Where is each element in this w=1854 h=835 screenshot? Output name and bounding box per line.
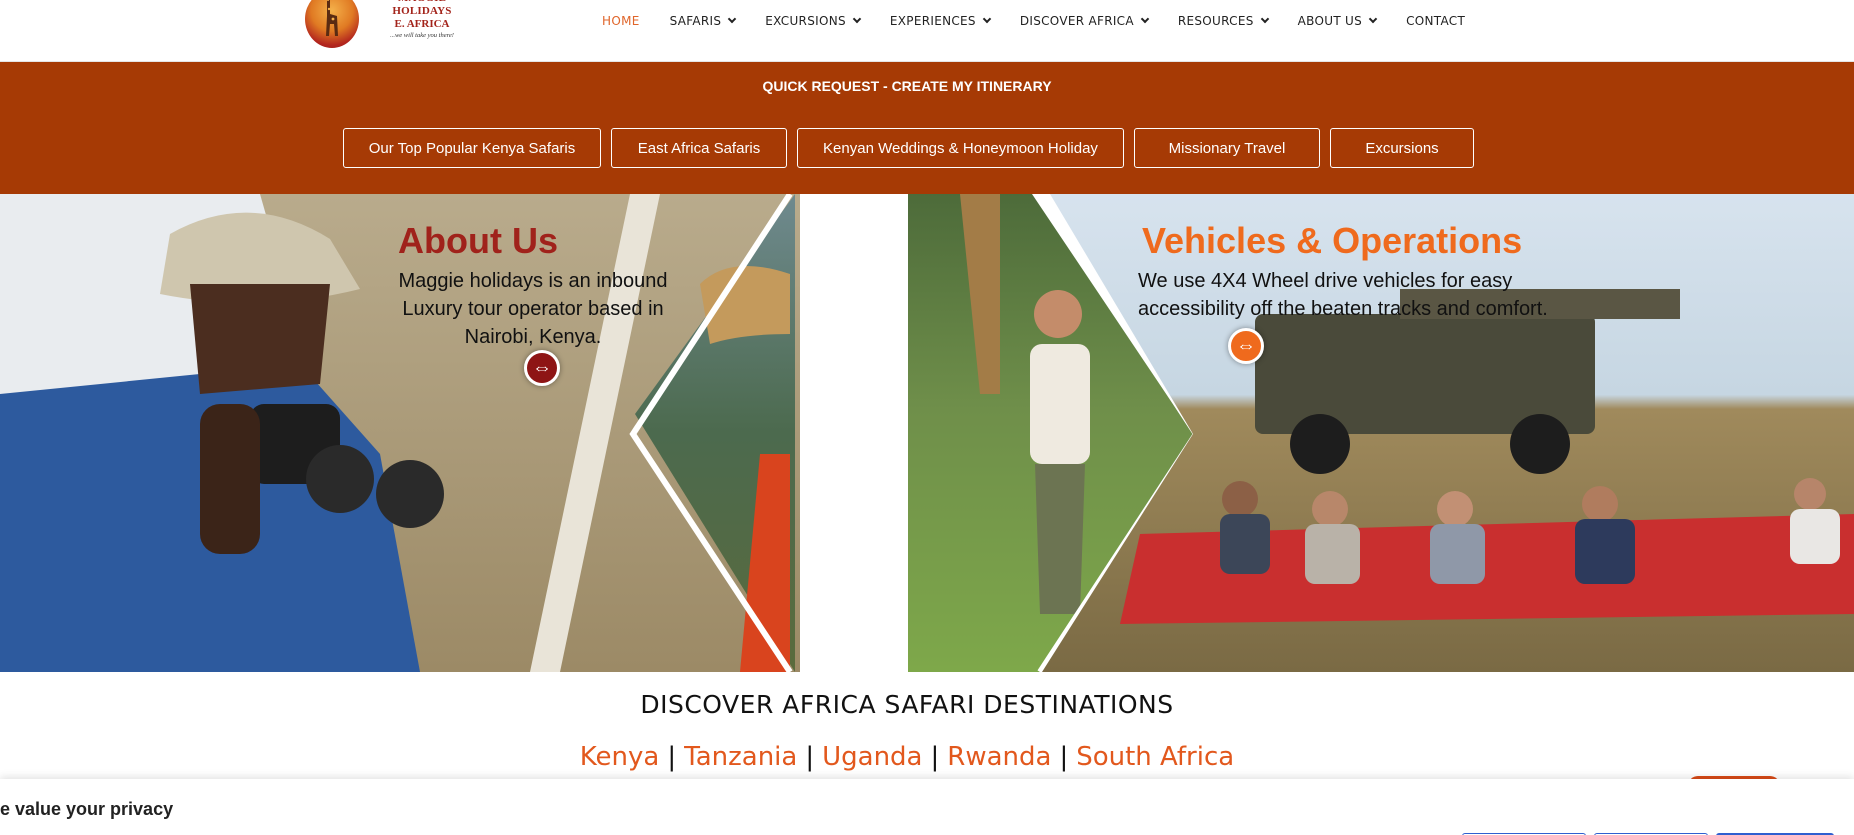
chevron-down-icon [1260, 14, 1269, 24]
logo-tagline: ...we will take you there! [390, 32, 454, 39]
weddings-honeymoon-button[interactable]: Kenyan Weddings & Honeymoon Holiday [797, 128, 1124, 168]
about-us-text: Maggie holidays is an inbound Luxury tou… [388, 267, 678, 351]
excursions-button[interactable]: Excursions [1330, 128, 1474, 168]
nav-home[interactable]: HOME [602, 14, 640, 28]
privacy-title: e value your privacy [0, 799, 174, 819]
logo-text: MAGGIE HOLIDAYS E. AFRICA ...we will tak… [367, 0, 477, 41]
nav-discover-africa[interactable]: DISCOVER AFRICA [1019, 14, 1150, 28]
logo-region: E. AFRICA [394, 18, 450, 30]
quick-request-link[interactable]: QUICK REQUEST - CREATE MY ITINERARY [0, 78, 1814, 94]
nav-contact[interactable]: CONTACT [1406, 14, 1465, 28]
about-us-text-line: Luxury tour operator based in [402, 298, 664, 320]
destination-uganda-link[interactable]: Uganda [822, 742, 922, 772]
nav-safaris[interactable]: SAFARIS [669, 14, 737, 28]
nav-about-us-label: ABOUT US [1297, 14, 1363, 28]
destinations-title: DISCOVER AFRICA SAFARI DESTINATIONS [640, 690, 1174, 719]
east-africa-safaris-button[interactable]: East Africa Safaris [611, 128, 787, 168]
chevron-down-icon [1368, 14, 1378, 24]
destination-rwanda-link[interactable]: Rwanda [947, 742, 1051, 772]
chevron-down-icon [852, 14, 862, 24]
vehicles-title: Vehicles & Operations [1142, 220, 1523, 261]
double-arrow-icon: ⇔ [532, 356, 552, 379]
vehicles-text-line: accessibility off the beaten tracks and … [1138, 298, 1548, 320]
destination-south-africa-link[interactable]: South Africa [1076, 742, 1234, 772]
about-us-text-line: Nairobi, Kenya. [464, 326, 602, 348]
chevron-down-icon [1140, 14, 1150, 24]
logo-emblem [305, 0, 359, 48]
vehicles-text-line: We use 4X4 Wheel drive vehicles for easy [1138, 270, 1513, 292]
quick-category-buttons: Our Top Popular Kenya Safaris East Afric… [343, 128, 1484, 168]
missionary-travel-button[interactable]: Missionary Travel [1134, 128, 1320, 168]
nav-excursions-label: EXCURSIONS [765, 14, 846, 28]
hero-banner: About Us Maggie holidays is an inbound L… [0, 194, 1854, 672]
about-us-expand-button[interactable]: ⇔ [524, 350, 560, 386]
giraffe-icon [326, 0, 338, 36]
kenya-safaris-button[interactable]: Our Top Popular Kenya Safaris [343, 128, 601, 168]
nav-contact-label: CONTACT [1406, 14, 1466, 28]
chevron-down-icon [982, 14, 992, 24]
destinations-links: Kenya | Tanzania | Uganda | Rwanda | South Afric… [0, 742, 1814, 772]
nav-experiences-label: EXPERIENCES [889, 14, 976, 28]
nav-resources[interactable]: RESOURCES [1177, 14, 1269, 28]
nav-excursions[interactable]: EXCURSIONS [765, 14, 862, 28]
separator: | [667, 742, 677, 772]
separator: | [805, 742, 815, 772]
chevron-down-icon [728, 14, 737, 24]
about-us-title: About Us [398, 220, 558, 261]
site-header: MAGGIE HOLIDAYS E. AFRICA ...we will tak… [0, 0, 1854, 62]
destination-tanzania-link[interactable]: Tanzania [684, 742, 797, 772]
double-arrow-icon: ⇔ [1236, 334, 1256, 357]
vehicles-expand-button[interactable]: ⇔ [1228, 328, 1264, 364]
nav-resources-label: RESOURCES [1177, 14, 1254, 28]
main-nav: HOME SAFARIS EXCURSIONS EXPERIENCES DISC… [602, 12, 1465, 30]
nav-safaris-label: SAFARIS [669, 14, 722, 28]
destination-kenya-link[interactable]: Kenya [580, 742, 660, 772]
nav-about-us[interactable]: ABOUT US [1297, 14, 1378, 28]
hero-collage [0, 194, 1854, 672]
separator: | [1059, 742, 1069, 772]
nav-experiences[interactable]: EXPERIENCES [889, 14, 992, 28]
vehicles-text: We use 4X4 Wheel drive vehicles for easy… [1138, 267, 1566, 323]
site-logo[interactable]: MAGGIE HOLIDAYS E. AFRICA ...we will tak… [305, 0, 475, 50]
quick-request-band: QUICK REQUEST - CREATE MY ITINERARY Our … [0, 62, 1854, 194]
about-us-text-line: Maggie holidays is an inbound [398, 270, 668, 292]
nav-home-label: HOME [602, 14, 640, 28]
separator: | [930, 742, 940, 772]
nav-discover-africa-label: DISCOVER AFRICA [1019, 14, 1134, 28]
privacy-consent-bar: e value your privacy [0, 779, 1854, 835]
logo-name: MAGGIE HOLIDAYS [392, 0, 452, 17]
